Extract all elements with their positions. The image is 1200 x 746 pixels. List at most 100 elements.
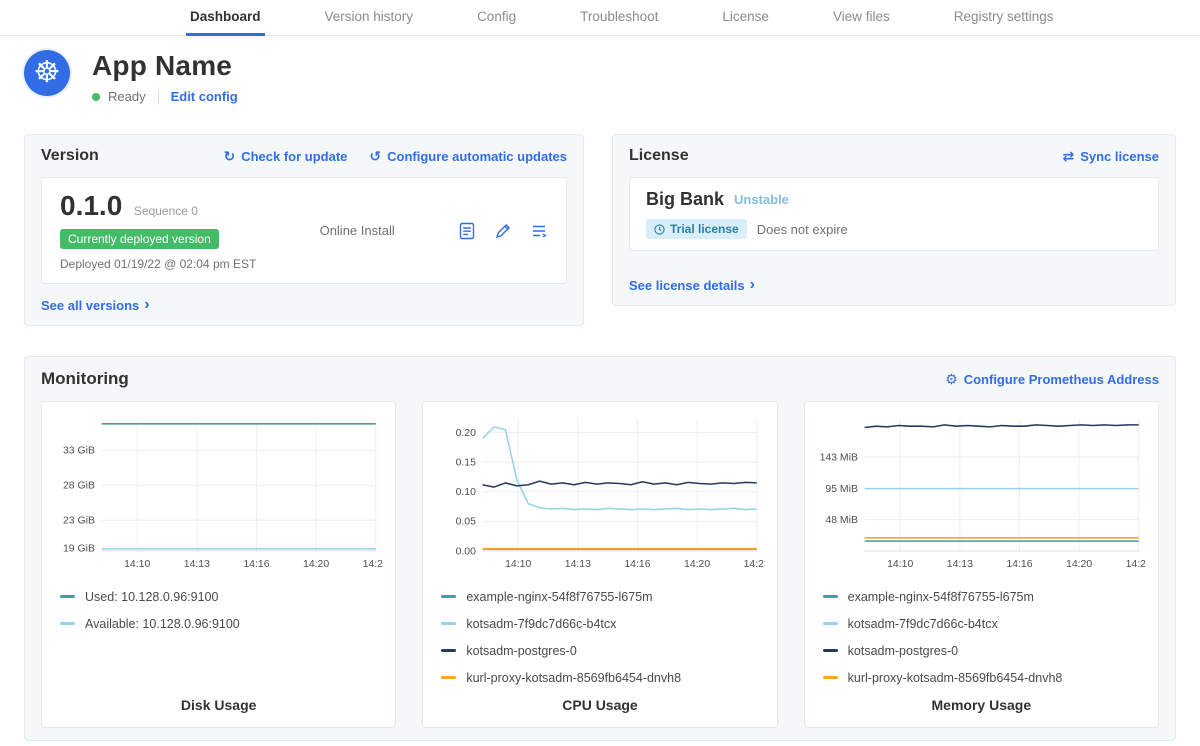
vertical-divider	[158, 90, 159, 104]
see-license-details-label: See license details	[629, 278, 745, 293]
svg-text:28 GiB: 28 GiB	[63, 481, 95, 492]
monitoring-header: Monitoring ⚙ Configure Prometheus Addres…	[41, 369, 1159, 389]
monitoring-section: Monitoring ⚙ Configure Prometheus Addres…	[24, 356, 1176, 741]
see-license-details-link[interactable]: See license details ›	[629, 277, 755, 293]
monitoring-heading: Monitoring	[41, 369, 129, 389]
status-text: Ready	[108, 89, 146, 104]
svg-text:0.05: 0.05	[456, 517, 477, 528]
svg-text:14:23: 14:23	[363, 559, 384, 570]
disk-usage-card: 33 GiB28 GiB23 GiB19 GiB14:1014:1314:161…	[41, 401, 396, 728]
legend-label: kotsadm-7f9dc7d66c-b4tcx	[848, 617, 998, 631]
legend-swatch-icon	[441, 622, 456, 625]
see-all-versions-link[interactable]: See all versions ›	[41, 297, 150, 313]
svg-text:14:13: 14:13	[565, 559, 591, 570]
edit-config-link[interactable]: Edit config	[171, 89, 238, 104]
legend-item: kurl-proxy-kotsadm-8569fb6454-dnvh8	[823, 671, 1146, 685]
tab-registry-settings[interactable]: Registry settings	[950, 0, 1058, 36]
memory-usage-legend: example-nginx-54f8f76755-l675mkotsadm-7f…	[817, 590, 1146, 685]
customer-row: Big Bank Unstable	[646, 189, 1142, 210]
cpu-usage-chart: 0.200.150.100.050.0014:1014:1314:1614:20…	[435, 412, 764, 576]
legend-label: kotsadm-postgres-0	[466, 644, 576, 658]
svg-text:14:10: 14:10	[505, 559, 531, 570]
legend-swatch-icon	[823, 649, 838, 652]
customer-name: Big Bank	[646, 189, 724, 210]
tab-version-history[interactable]: Version history	[321, 0, 418, 36]
chart-title: CPU Usage	[435, 685, 764, 713]
legend-swatch-icon	[441, 676, 456, 679]
app-title-block: App Name Ready Edit config	[92, 50, 238, 104]
deploy-logs-icon[interactable]	[530, 222, 548, 240]
trial-license-badge: Trial license	[646, 219, 747, 239]
sync-license-label: Sync license	[1080, 149, 1159, 164]
check-for-update-link[interactable]: ↻ Check for update	[223, 149, 347, 164]
license-card: License ⇄ Sync license Big Bank Unstable	[612, 134, 1176, 306]
svg-text:14:20: 14:20	[1066, 559, 1092, 570]
legend-swatch-icon	[823, 676, 838, 679]
install-type-label: Online Install	[256, 223, 458, 238]
legend-swatch-icon	[441, 649, 456, 652]
legend-item: kotsadm-7f9dc7d66c-b4tcx	[441, 617, 764, 631]
tab-config[interactable]: Config	[473, 0, 520, 36]
legend-item: Available: 10.128.0.96:9100	[60, 617, 383, 631]
svg-text:14:16: 14:16	[1006, 559, 1032, 570]
channel-badge: Unstable	[734, 192, 789, 207]
svg-text:19 GiB: 19 GiB	[63, 544, 95, 555]
tab-troubleshoot[interactable]: Troubleshoot	[576, 0, 662, 36]
deployed-timestamp: Deployed 01/19/22 @ 02:04 pm EST	[60, 257, 256, 271]
charts-row: 33 GiB 28 GiB 23 GiB 19 GiB 14:10 14:13 14:16 1…	[41, 401, 1159, 728]
auto-update-icon: ↺	[369, 149, 381, 163]
tab-view-files[interactable]: View files	[829, 0, 894, 36]
svg-text:0.00: 0.00	[456, 546, 477, 557]
version-card-header: Version ↻ Check for update ↺ Configure a…	[41, 147, 567, 165]
legend-label: Used: 10.128.0.96:9100	[85, 590, 218, 604]
configure-prometheus-link[interactable]: ⚙ Configure Prometheus Address	[945, 372, 1159, 387]
legend-label: kotsadm-postgres-0	[848, 644, 958, 658]
app-status-row: Ready Edit config	[92, 89, 238, 104]
chevron-right-icon: ›	[144, 297, 149, 313]
license-meta-row: Trial license Does not expire	[646, 219, 1142, 239]
sync-icon: ⇄	[1062, 149, 1074, 163]
configure-automatic-updates-label: Configure automatic updates	[387, 149, 567, 164]
legend-swatch-icon	[441, 595, 456, 598]
legend-item: kurl-proxy-kotsadm-8569fb6454-dnvh8	[441, 671, 764, 685]
see-all-versions-label: See all versions	[41, 298, 139, 313]
version-card: Version ↻ Check for update ↺ Configure a…	[24, 134, 584, 326]
license-heading: License	[629, 147, 689, 165]
dashboard-page: ☸ App Name Ready Edit config Version ↻ C…	[0, 36, 1200, 741]
svg-text:14:23: 14:23	[744, 559, 765, 570]
legend-label: Available: 10.128.0.96:9100	[85, 617, 240, 631]
legend-swatch-icon	[60, 595, 75, 598]
chart-title: Memory Usage	[817, 685, 1146, 713]
svg-text:0.10: 0.10	[456, 487, 477, 498]
svg-text:14:16: 14:16	[625, 559, 651, 570]
sync-license-link[interactable]: ⇄ Sync license	[1062, 149, 1159, 164]
deployed-badge: Currently deployed version	[60, 229, 219, 249]
legend-swatch-icon	[823, 622, 838, 625]
svg-text:23 GiB: 23 GiB	[63, 516, 95, 527]
app-header: ☸ App Name Ready Edit config	[24, 50, 1176, 104]
top-nav: Dashboard Version history Config Trouble…	[0, 0, 1200, 36]
tab-license[interactable]: License	[718, 0, 773, 36]
legend-item: example-nginx-54f8f76755-l675m	[441, 590, 764, 604]
legend-label: kotsadm-7f9dc7d66c-b4tcx	[466, 617, 616, 631]
svg-text:48 MiB: 48 MiB	[825, 515, 858, 526]
configure-automatic-updates-link[interactable]: ↺ Configure automatic updates	[369, 149, 567, 164]
memory-usage-card: 143 MiB95 MiB48 MiB14:1014:1314:1614:201…	[804, 401, 1159, 728]
status-dot-icon	[92, 93, 100, 101]
license-card-header: License ⇄ Sync license	[629, 147, 1159, 165]
tab-dashboard[interactable]: Dashboard	[186, 0, 265, 36]
page-title: App Name	[92, 50, 238, 82]
legend-item: kotsadm-postgres-0	[823, 644, 1146, 658]
release-notes-icon[interactable]	[458, 222, 476, 240]
chart-title: Disk Usage	[54, 685, 383, 713]
version-sequence: Sequence 0	[134, 204, 198, 218]
configure-prometheus-label: Configure Prometheus Address	[964, 372, 1159, 387]
edit-config-icon[interactable]	[494, 222, 512, 240]
helm-wheel-glyph: ☸	[34, 58, 61, 88]
license-expiration: Does not expire	[757, 222, 848, 237]
svg-text:33 GiB: 33 GiB	[63, 446, 95, 457]
svg-text:0.20: 0.20	[456, 428, 477, 439]
trial-license-label: Trial license	[670, 222, 739, 236]
disk-usage-chart: 33 GiB28 GiB23 GiB19 GiB14:1014:1314:161…	[54, 412, 383, 576]
memory-usage-chart: 143 MiB95 MiB48 MiB14:1014:1314:1614:201…	[817, 412, 1146, 576]
